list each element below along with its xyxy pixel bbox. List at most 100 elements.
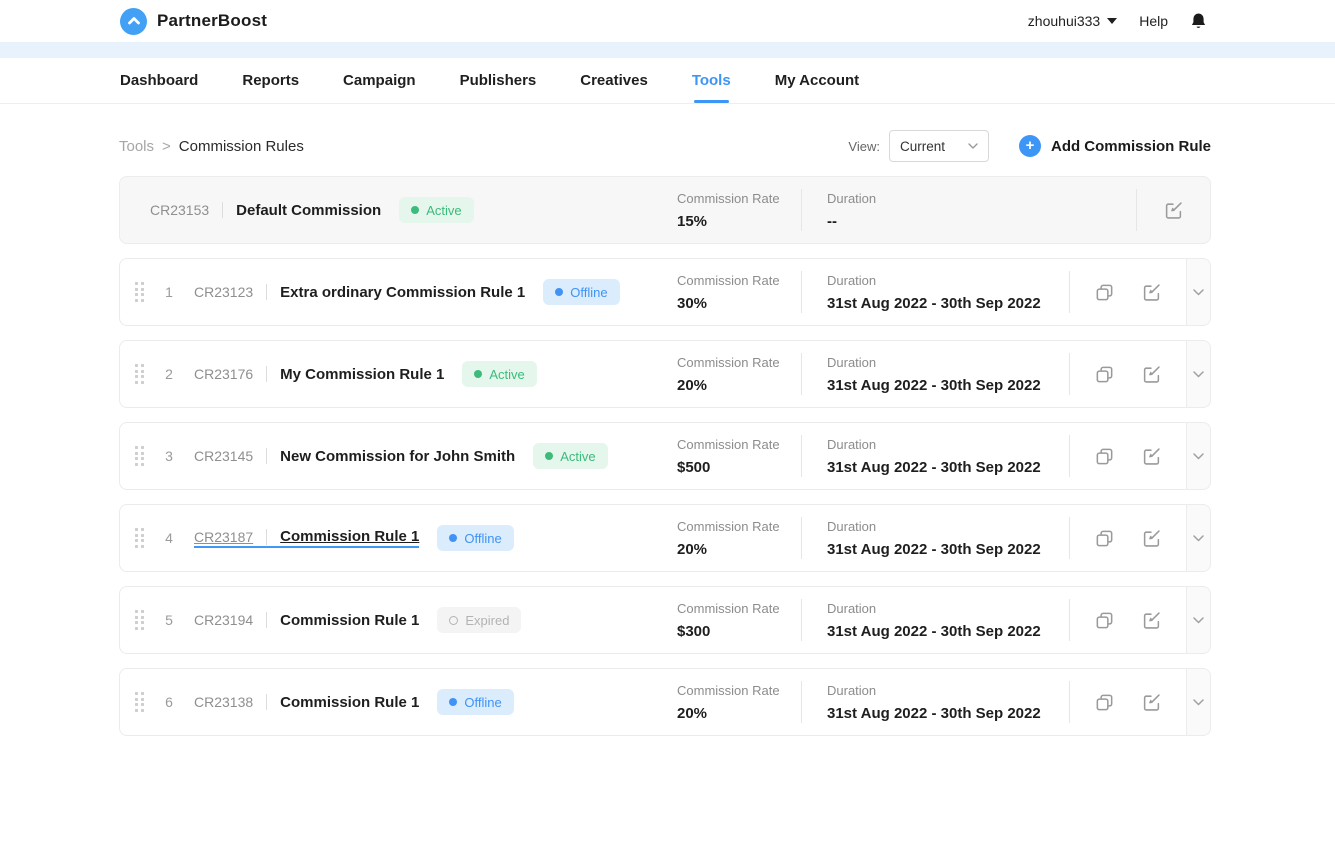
nav-item-reports[interactable]: Reports (242, 58, 299, 103)
chevron-down-icon (968, 143, 978, 149)
status-badge: Offline (437, 525, 513, 551)
help-link[interactable]: Help (1139, 13, 1168, 29)
breadcrumb-tools[interactable]: Tools (119, 138, 154, 155)
status-badge: Offline (543, 279, 619, 305)
drag-handle-icon[interactable] (135, 528, 144, 548)
edit-button[interactable] (1141, 446, 1162, 467)
rule-name: My Commission Rule 1 (280, 366, 444, 383)
copy-button[interactable] (1094, 446, 1115, 467)
rule-id: CR23153 (150, 202, 209, 218)
caret-down-icon (1107, 18, 1117, 24)
expand-button[interactable] (1186, 340, 1211, 408)
commission-rate-label: Commission Rate (677, 437, 801, 452)
edit-button[interactable] (1141, 692, 1162, 713)
rule-id-name[interactable]: CR23145 New Commission for John Smith (194, 448, 515, 465)
commission-rate-label: Commission Rate (677, 683, 801, 698)
commission-rule-row: 2 CR23176 My Commission Rule 1 Active Co… (119, 340, 1211, 408)
duration-value: 31st Aug 2022 - 30th Sep 2022 (827, 377, 1069, 394)
drag-handle-icon[interactable] (135, 364, 144, 384)
breadcrumb: Tools > Commission Rules (119, 138, 304, 155)
rule-id: CR23187 (194, 529, 253, 545)
divider (266, 612, 267, 628)
drag-handle-icon[interactable] (135, 282, 144, 302)
partnerboost-logo-icon (120, 8, 147, 35)
edit-icon (1141, 282, 1162, 303)
commission-rate-label: Commission Rate (677, 355, 801, 370)
copy-button[interactable] (1094, 528, 1115, 549)
nav-item-my-account[interactable]: My Account (775, 58, 859, 103)
status-dot-icon (545, 452, 553, 460)
copy-icon (1094, 610, 1115, 631)
status-dot-icon (555, 288, 563, 296)
commission-rate-value: 30% (677, 295, 801, 312)
copy-icon (1094, 282, 1115, 303)
copy-button[interactable] (1094, 692, 1115, 713)
duration-value: 31st Aug 2022 - 30th Sep 2022 (827, 295, 1069, 312)
rule-id-name[interactable]: CR23194 Commission Rule 1 (194, 612, 419, 629)
edit-icon (1141, 610, 1162, 631)
drag-handle-icon[interactable] (135, 610, 144, 630)
edit-button[interactable] (1163, 200, 1184, 221)
status-badge: Expired (437, 607, 521, 633)
status-label: Active (560, 449, 595, 464)
duration-value: -- (827, 213, 1136, 230)
rule-name: Extra ordinary Commission Rule 1 (280, 284, 525, 301)
page-title: Commission Rules (179, 138, 304, 155)
rule-id-name[interactable]: CR23176 My Commission Rule 1 (194, 366, 444, 383)
copy-icon (1094, 446, 1115, 467)
copy-icon (1094, 692, 1115, 713)
chevron-down-icon (1193, 289, 1204, 296)
edit-button[interactable] (1141, 364, 1162, 385)
duration-value: 31st Aug 2022 - 30th Sep 2022 (827, 623, 1069, 640)
edit-button[interactable] (1141, 282, 1162, 303)
expand-button[interactable] (1186, 504, 1211, 572)
rule-id-name[interactable]: CR23138 Commission Rule 1 (194, 694, 419, 711)
commission-rate-label: Commission Rate (677, 191, 801, 206)
expand-button[interactable] (1186, 422, 1211, 490)
edit-button[interactable] (1141, 610, 1162, 631)
rule-id-name[interactable]: CR23123 Extra ordinary Commission Rule 1 (194, 284, 525, 301)
notification-bell-icon[interactable] (1190, 12, 1207, 30)
copy-icon (1094, 528, 1115, 549)
edit-icon (1141, 692, 1162, 713)
status-badge: Active (399, 197, 473, 223)
rule-id-name[interactable]: CR23187 Commission Rule 1 (194, 528, 419, 548)
nav-item-campaign[interactable]: Campaign (343, 58, 416, 103)
drag-handle-icon[interactable] (135, 692, 144, 712)
nav-item-dashboard[interactable]: Dashboard (120, 58, 198, 103)
edit-icon (1141, 364, 1162, 385)
duration-label: Duration (827, 355, 1069, 370)
rule-id: CR23194 (194, 612, 253, 628)
breadcrumb-separator: > (162, 138, 171, 155)
page-head: Tools > Commission Rules View: Current +… (119, 128, 1211, 164)
edit-icon (1141, 528, 1162, 549)
edit-button[interactable] (1141, 528, 1162, 549)
status-dot-icon (449, 616, 458, 625)
status-dot-icon (449, 534, 457, 542)
nav-item-tools[interactable]: Tools (692, 58, 731, 103)
divider (266, 529, 267, 545)
status-label: Offline (464, 695, 501, 710)
brand[interactable]: PartnerBoost (120, 8, 267, 35)
rule-order-number: 2 (160, 366, 178, 382)
rule-id: CR23176 (194, 366, 253, 382)
expand-button[interactable] (1186, 258, 1211, 326)
drag-handle-icon[interactable] (135, 446, 144, 466)
copy-button[interactable] (1094, 364, 1115, 385)
view-select[interactable]: Current (889, 130, 989, 162)
expand-button[interactable] (1186, 586, 1211, 654)
expand-button[interactable] (1186, 668, 1211, 736)
copy-button[interactable] (1094, 282, 1115, 303)
divider (266, 284, 267, 300)
plus-icon: + (1019, 135, 1041, 157)
username: zhouhui333 (1028, 13, 1100, 29)
chevron-down-icon (1193, 699, 1204, 706)
nav-item-publishers[interactable]: Publishers (460, 58, 537, 103)
user-menu[interactable]: zhouhui333 (1028, 13, 1117, 29)
rule-card: 4 CR23187 Commission Rule 1 Offline Comm… (119, 504, 1186, 572)
copy-button[interactable] (1094, 610, 1115, 631)
add-commission-rule-button[interactable]: + Add Commission Rule (1019, 135, 1211, 157)
rule-card: 5 CR23194 Commission Rule 1 Expired Comm… (119, 586, 1186, 654)
nav-item-creatives[interactable]: Creatives (580, 58, 648, 103)
rule-id: CR23138 (194, 694, 253, 710)
